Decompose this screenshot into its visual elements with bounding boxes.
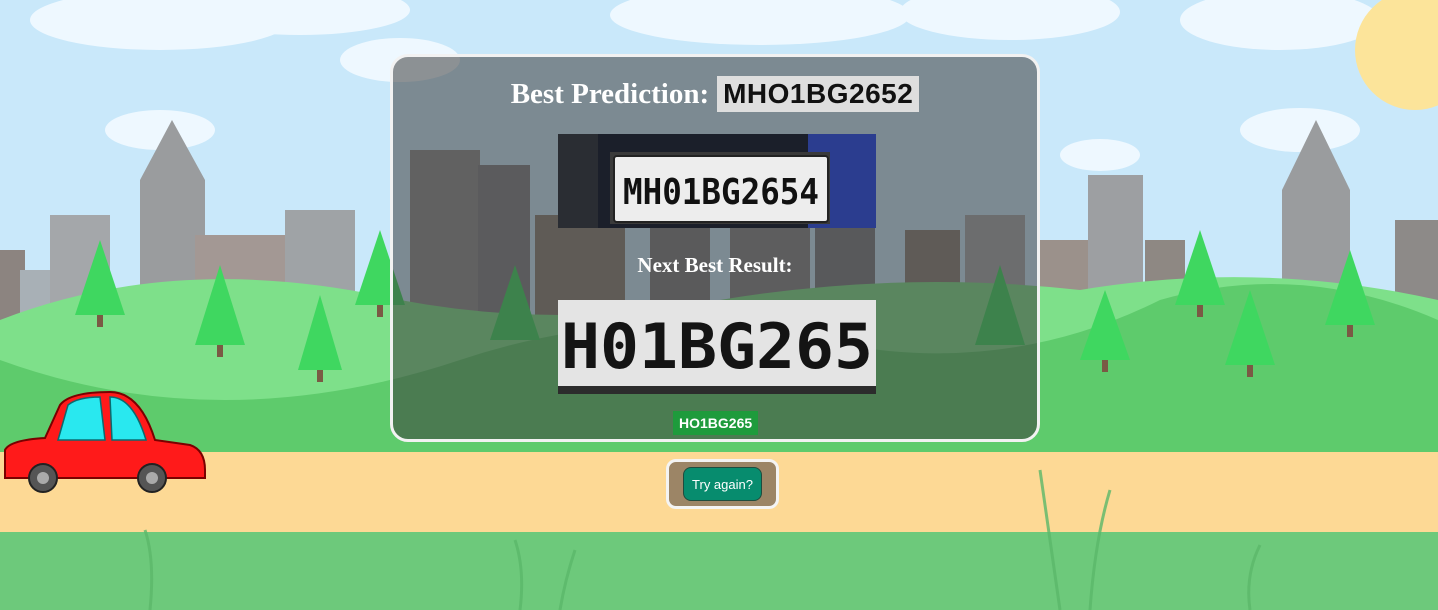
try-again-frame: Try again? [666, 459, 779, 509]
best-prediction-label: Best Prediction: [510, 77, 710, 110]
next-best-label: Next Best Result: [637, 253, 793, 277]
result-panel: Best Prediction: MHO1BG2652 MH01BG2654 N… [390, 54, 1040, 442]
second-plate-text: H01BG265 [561, 310, 873, 383]
cropped-plate-image: H01BG265 [558, 300, 876, 394]
best-prediction-value: MHO1BG2652 [717, 76, 920, 112]
best-prediction-row: Best Prediction: MHO1BG2652 [393, 71, 1037, 117]
try-again-button[interactable]: Try again? [683, 467, 762, 501]
first-plate-text: MH01BG2654 [623, 172, 819, 213]
detected-plate-image: MH01BG2654 [558, 134, 876, 228]
next-best-value: HO1BG265 [673, 411, 759, 435]
